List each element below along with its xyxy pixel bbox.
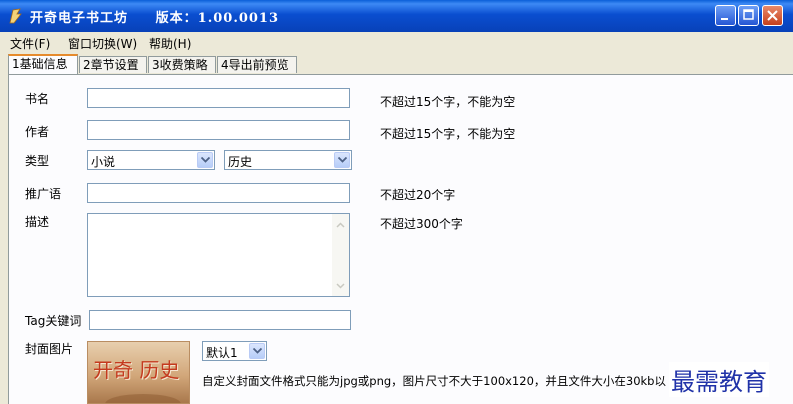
author-input[interactable]: [87, 120, 350, 140]
maximize-icon: [743, 9, 754, 20]
menu-file[interactable]: 文件(F): [10, 35, 50, 52]
scroll-up-icon[interactable]: [333, 218, 348, 233]
type-label: 类型: [25, 154, 50, 168]
close-button[interactable]: [762, 5, 783, 26]
chevron-down-icon: [201, 157, 210, 163]
close-icon: [767, 10, 778, 21]
cover-select-value: 默认1: [206, 346, 238, 360]
description-scrollbar[interactable]: [332, 214, 349, 296]
menu-help[interactable]: 帮助(H): [149, 35, 191, 52]
tab-basic-info[interactable]: 1基础信息: [8, 54, 78, 74]
cover-label: 封面图片: [25, 342, 74, 356]
author-hint: 不超过15个字，不能为空: [380, 127, 516, 141]
book-name-label: 书名: [25, 92, 50, 106]
author-label: 作者: [25, 125, 50, 139]
menu-window-switch[interactable]: 窗口切换(W): [68, 35, 137, 52]
promo-input[interactable]: [87, 183, 350, 203]
minimize-icon: [721, 18, 728, 20]
cover-hint: 自定义封面文件格式只能为jpg或png，图片尺寸不大于100x120，并且文件大…: [202, 374, 666, 388]
description-hint: 不超过300个字: [380, 217, 463, 231]
description-label: 描述: [25, 215, 50, 229]
category-dropdown-button[interactable]: [197, 152, 213, 168]
promo-label: 推广语: [25, 187, 62, 201]
book-name-input[interactable]: [87, 88, 350, 108]
title-bar[interactable]: 开奇电子书工坊 版本：1.00.0013: [0, 0, 793, 32]
cover-dropdown-button[interactable]: [249, 343, 265, 359]
category-select[interactable]: 小说: [87, 150, 215, 170]
chevron-down-icon: [338, 157, 347, 163]
app-icon: [9, 8, 22, 24]
tab-export-preview[interactable]: 4导出前预览: [217, 56, 297, 73]
category-value: 小说: [91, 155, 116, 169]
tab-strip: 1基础信息 2章节设置 3收费策略 4导出前预览: [0, 54, 793, 74]
version-label: 版本：1.00.0013: [155, 11, 280, 26]
cover-image[interactable]: 开奇 历史: [87, 341, 190, 404]
minimize-button[interactable]: [715, 5, 736, 26]
scroll-down-icon[interactable]: [333, 278, 348, 293]
book-name-hint: 不超过15个字，不能为空: [380, 95, 516, 109]
menu-bar: 文件(F) 窗口切换(W) 帮助(H): [0, 32, 793, 52]
subcategory-value: 历史: [228, 155, 253, 169]
watermark: 最需教育: [669, 362, 769, 397]
cover-decoration: [105, 394, 181, 403]
maximize-button[interactable]: [738, 5, 759, 26]
window-title: 开奇电子书工坊 版本：1.00.0013: [30, 11, 280, 26]
promo-hint: 不超过20个字: [380, 188, 456, 202]
tags-label: Tag关键词: [25, 314, 82, 328]
subcategory-dropdown-button[interactable]: [334, 152, 350, 168]
cover-select[interactable]: 默认1: [202, 341, 267, 361]
subcategory-select[interactable]: 历史: [224, 150, 352, 170]
cover-image-text: 开奇 历史: [93, 358, 180, 382]
description-textarea[interactable]: [87, 213, 350, 297]
chevron-down-icon: [253, 348, 262, 354]
tab-chapter-settings[interactable]: 2章节设置: [79, 56, 147, 73]
tags-input[interactable]: [89, 310, 351, 330]
tab-pricing-strategy[interactable]: 3收费策略: [148, 56, 216, 73]
